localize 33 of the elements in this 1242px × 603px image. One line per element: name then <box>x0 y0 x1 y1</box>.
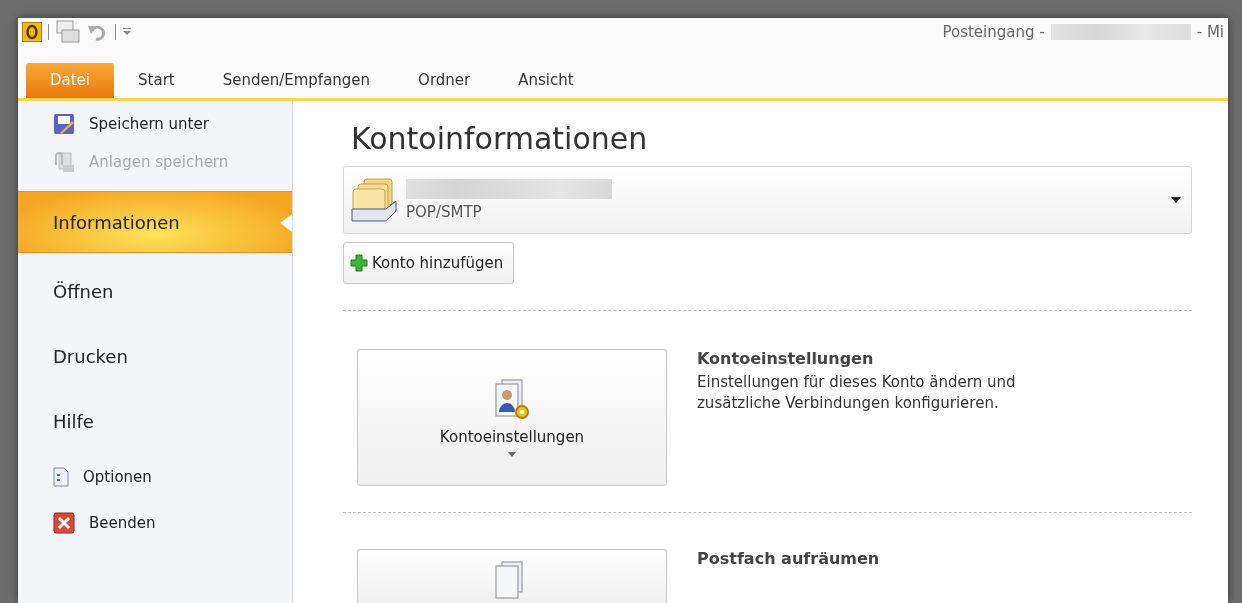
sidebar-item[interactable]: Optionen <box>18 454 292 500</box>
caret-icon <box>508 452 516 457</box>
sidebar-item[interactable]: Beenden <box>18 500 292 546</box>
ribbon-tab[interactable]: Ordner <box>394 63 495 98</box>
account-settings-button[interactable]: Kontoeinstellungen <box>357 349 667 486</box>
plus-icon <box>350 254 368 272</box>
paperclip-document-icon <box>53 151 75 173</box>
sidebar-item[interactable]: Speichern unter <box>18 109 292 139</box>
document-icon <box>53 467 69 487</box>
account-dropdown[interactable]: POP/SMTP <box>343 166 1192 234</box>
add-account-button[interactable]: Konto hinzufügen <box>343 242 515 284</box>
page-title: Kontoinformationen <box>351 121 649 156</box>
sidebar-item[interactable]: Informationen <box>18 191 292 253</box>
ribbon-tab[interactable]: Senden/Empfangen <box>198 63 395 98</box>
person-gear-icon <box>492 378 532 422</box>
section-heading: Kontoeinstellungen <box>697 349 875 368</box>
account-type: POP/SMTP <box>406 203 483 221</box>
cleanup-button[interactable] <box>357 549 667 603</box>
customize-dropdown-icon[interactable] <box>122 26 132 37</box>
sidebar-item[interactable]: Hilfe <box>18 389 292 454</box>
close-icon <box>53 512 75 534</box>
section-description: Einstellungen für dieses Konto ändern und zusätzliche Verbindungen konfigurieren. <box>697 372 1017 414</box>
window-title: Posteingang - <box>942 22 1045 41</box>
save-icon <box>53 113 75 135</box>
ribbon-tab[interactable]: Start <box>114 63 199 98</box>
dropdown-caret-icon <box>1171 197 1181 203</box>
sidebar-item[interactable]: Öffnen <box>18 259 292 324</box>
window-title-suffix: - Mi <box>1196 22 1224 41</box>
section-heading: Postfach aufräumen <box>697 549 880 568</box>
ribbon-tab[interactable]: Ansicht <box>494 63 598 98</box>
sidebar-item[interactable]: Drucken <box>18 324 292 389</box>
app-logo-icon[interactable] <box>22 21 42 42</box>
mailbox-folders-icon <box>350 177 400 223</box>
